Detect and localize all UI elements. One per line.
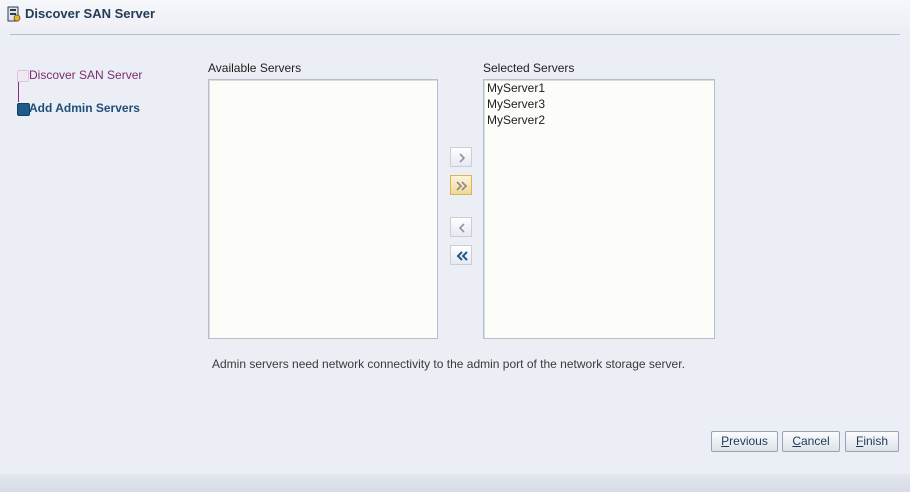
button-label: revious [729,434,768,448]
access-key: P [721,434,730,448]
dialog-footer [0,474,910,492]
access-key: C [792,434,801,448]
list-item[interactable]: MyServer3 [484,96,714,112]
server-discovery-icon [7,6,21,22]
move-all-icon [456,181,468,191]
list-item[interactable]: MyServer2 [484,112,714,128]
remove-button[interactable] [450,217,472,237]
button-label: inish [863,434,889,448]
available-servers-list[interactable] [208,79,438,339]
step-label: Discover SAN Server [29,68,143,82]
finish-button[interactable]: Finish [845,431,899,452]
remove-all-icon [456,251,468,261]
available-servers-label: Available Servers [208,61,302,75]
selected-servers-list[interactable]: MyServer1 MyServer3 MyServer2 [483,79,715,339]
title-divider [10,34,900,35]
move-icon [459,153,466,163]
remove-all-button[interactable] [450,245,472,265]
selected-servers-label: Selected Servers [483,61,575,75]
cancel-button[interactable]: Cancel [782,431,840,452]
dialog-title: Discover SAN Server [25,6,156,21]
remove-icon [458,223,465,233]
previous-button[interactable]: Previous [711,431,778,452]
hint-text: Admin servers need network connectivity … [212,357,685,371]
list-item[interactable]: MyServer1 [484,80,714,96]
move-all-button[interactable] [450,175,472,195]
title-bar: Discover SAN Server [0,0,910,30]
step-label: Add Admin Servers [29,101,140,115]
train-connector [18,80,19,102]
move-button[interactable] [450,147,472,167]
step-visited-icon [17,70,29,82]
button-label: ancel [800,434,830,448]
